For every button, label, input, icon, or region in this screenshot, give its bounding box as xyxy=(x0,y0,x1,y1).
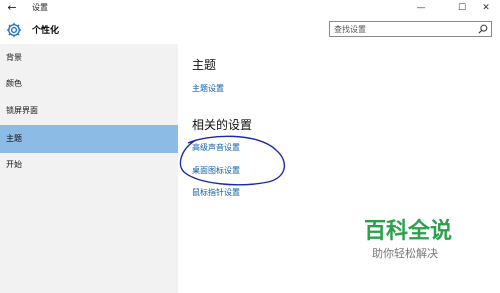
title-bar: ← 设置 — ☐ ✕ xyxy=(0,0,500,16)
gear-icon xyxy=(6,22,22,38)
close-button[interactable]: ✕ xyxy=(472,0,500,16)
sidebar-item-start[interactable]: 开始 xyxy=(0,151,178,179)
mouse-pointer-settings-link[interactable]: 鼠标指针设置 xyxy=(192,187,240,198)
watermark-tagline: 助你轻松解决 xyxy=(372,247,438,260)
search-icon[interactable] xyxy=(478,24,488,34)
related-settings-heading: 相关的设置 xyxy=(192,118,253,132)
search-input[interactable] xyxy=(334,23,474,35)
sidebar-item-colors[interactable]: 颜色 xyxy=(0,70,178,98)
back-button[interactable]: ← xyxy=(4,1,20,15)
theme-settings-link[interactable]: 主题设置 xyxy=(192,83,224,94)
minimize-button[interactable]: — xyxy=(407,0,435,16)
search-box[interactable] xyxy=(329,21,492,37)
sidebar-item-lock-screen[interactable]: 锁屏界面 xyxy=(0,97,178,125)
page-title: 个性化 xyxy=(32,26,60,36)
advanced-sound-settings-link[interactable]: 高级声音设置 xyxy=(192,142,240,153)
main-content: 主题 主题设置 相关的设置 高级声音设置 桌面图标设置 鼠标指针设置 xyxy=(178,44,500,293)
sidebar: 背景 颜色 锁屏界面 主题 开始 xyxy=(0,44,178,293)
sidebar-item-label: 锁屏界面 xyxy=(6,106,38,115)
window-title: 设置 xyxy=(32,3,48,12)
sidebar-item-themes[interactable]: 主题 xyxy=(0,125,178,153)
watermark-logo: 百科全说 xyxy=(364,219,453,244)
theme-heading: 主题 xyxy=(192,58,217,72)
sidebar-item-background[interactable]: 背景 xyxy=(0,44,178,72)
desktop-icon-settings-link[interactable]: 桌面图标设置 xyxy=(192,165,240,176)
sidebar-item-label: 颜色 xyxy=(6,79,22,88)
sidebar-item-label: 主题 xyxy=(6,134,22,143)
sidebar-item-label: 背景 xyxy=(6,53,22,62)
sidebar-item-label: 开始 xyxy=(6,160,22,169)
